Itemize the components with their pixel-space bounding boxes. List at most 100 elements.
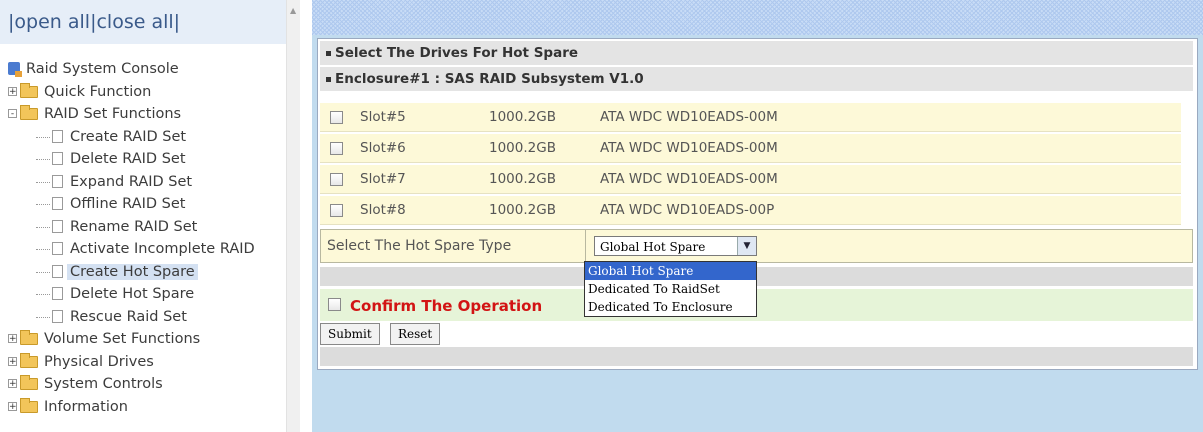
capacity-cell: 1000.2GB <box>481 165 592 194</box>
tree-item-offline-raid-set[interactable]: Offline RAID Set <box>8 193 255 216</box>
collapse-icon[interactable]: - <box>8 109 17 119</box>
tree-item-create-hot-spare[interactable]: Create Hot Spare <box>8 261 255 284</box>
submit-button[interactable]: Submit <box>320 323 380 345</box>
tree-connector <box>36 181 50 183</box>
tree-item-label: Delete RAID Set <box>70 151 186 167</box>
tree-item-raid-set-functions[interactable]: - RAID Set Functions <box>8 103 255 126</box>
capacity-cell: 1000.2GB <box>481 196 592 225</box>
open-all-link[interactable]: open all <box>14 11 90 33</box>
tree-item-label: Rescue Raid Set <box>70 308 187 325</box>
checkbox-cell <box>320 196 352 225</box>
tree-item-label: RAID Set Functions <box>44 106 182 122</box>
page-icon <box>52 152 63 165</box>
slot-cell: Slot#7 <box>352 165 481 194</box>
tree-item-delete-hot-spare[interactable]: Delete Hot Spare <box>8 283 255 306</box>
tree-item-activate-incomplete-raid[interactable]: Activate Incomplete RAID <box>8 238 255 261</box>
table-row: Slot#8 1000.2GB ATA WDC WD10EADS-00P <box>320 196 1181 225</box>
folder-open-icon <box>20 105 38 120</box>
navigation-tree: Raid System Console + Quick Function - R… <box>8 58 255 418</box>
tree-item-label: Offline RAID Set <box>70 196 186 212</box>
expand-icon[interactable]: + <box>8 86 17 96</box>
table-row: Slot#5 1000.2GB ATA WDC WD10EADS-00M <box>320 103 1181 132</box>
page-icon <box>52 174 63 188</box>
expand-icon[interactable]: + <box>8 379 17 389</box>
tree-item-label: System Controls <box>44 376 163 392</box>
tree-item-label: Quick Function <box>44 83 152 100</box>
page-icon <box>52 197 63 210</box>
drive-table: Slot#5 1000.2GB ATA WDC WD10EADS-00M Slo… <box>320 101 1181 227</box>
dropdown-option-dedicated-to-enclosure[interactable]: Dedicated To Enclosure <box>585 298 756 316</box>
chevron-down-icon[interactable]: ▼ <box>737 237 756 255</box>
expand-icon[interactable]: + <box>8 334 17 344</box>
tree-toggle-links: |open all|close all| <box>0 0 286 44</box>
folder-icon <box>20 375 38 390</box>
expand-icon[interactable]: + <box>8 401 17 411</box>
hot-spare-type-dropdown: Global Hot Spare Dedicated To RaidSet De… <box>584 261 757 317</box>
left-scrollbar[interactable]: ▲ <box>286 0 300 432</box>
tree-item-label: Expand RAID Set <box>70 173 193 190</box>
confirm-checkbox[interactable] <box>328 298 341 311</box>
enclosure-header: Enclosure#1 : SAS RAID Subsystem V1.0 <box>320 67 1193 91</box>
tree-item-information[interactable]: + Information <box>8 396 255 419</box>
page-icon <box>52 287 63 300</box>
dropdown-option-dedicated-to-raidset[interactable]: Dedicated To RaidSet <box>585 280 756 298</box>
tree-item-system-controls[interactable]: + System Controls <box>8 373 255 396</box>
table-row: Slot#6 1000.2GB ATA WDC WD10EADS-00M <box>320 134 1181 163</box>
capacity-cell: 1000.2GB <box>481 103 592 132</box>
page-icon <box>52 129 63 143</box>
page-icon <box>52 242 63 255</box>
slot-cell: Slot#6 <box>352 134 481 163</box>
main-content: Select The Drives For Hot Spare Enclosur… <box>312 0 1203 432</box>
folder-icon <box>20 82 38 98</box>
drive-checkbox[interactable] <box>329 141 343 155</box>
tree-item-label: Physical Drives <box>44 353 154 370</box>
tree-connector <box>36 294 50 295</box>
tree-item-quick-function[interactable]: + Quick Function <box>8 81 255 104</box>
tree-item-expand-raid-set[interactable]: Expand RAID Set <box>8 171 255 194</box>
drive-checkbox[interactable] <box>329 110 343 124</box>
navigation-panel: |open all|close all| Raid System Console… <box>0 0 300 432</box>
section-title: Select The Drives For Hot Spare <box>335 45 579 61</box>
tree-item-label: Create RAID Set <box>70 128 187 145</box>
confirm-label: Confirm The Operation <box>350 297 543 315</box>
reset-button[interactable]: Reset <box>390 323 441 345</box>
checkbox-cell <box>320 165 352 194</box>
tree-root[interactable]: Raid System Console <box>8 58 255 81</box>
model-cell: ATA WDC WD10EADS-00M <box>592 103 1181 132</box>
tree-item-rename-raid-set[interactable]: Rename RAID Set <box>8 216 255 239</box>
page-icon <box>52 219 63 233</box>
tree-item-label: Delete Hot Spare <box>70 286 195 302</box>
tree-item-create-raid-set[interactable]: Create RAID Set <box>8 126 255 149</box>
scroll-up-icon[interactable]: ▲ <box>290 6 296 15</box>
folder-icon <box>20 330 38 345</box>
folder-icon <box>20 352 38 368</box>
tree-root-label: Raid System Console <box>26 61 179 77</box>
tree-connector <box>36 159 50 160</box>
enclosure-title: Enclosure#1 : SAS RAID Subsystem V1.0 <box>335 71 644 87</box>
tree-item-volume-set-functions[interactable]: + Volume Set Functions <box>8 328 255 351</box>
checkbox-cell <box>320 134 352 163</box>
close-all-link[interactable]: close all <box>96 11 173 33</box>
tree-item-label: Information <box>44 398 128 415</box>
drive-checkbox[interactable] <box>329 172 343 186</box>
model-cell: ATA WDC WD10EADS-00M <box>592 134 1181 163</box>
expand-icon[interactable]: + <box>8 356 17 366</box>
folder-icon <box>20 397 38 413</box>
tree-connector <box>36 249 50 250</box>
drive-checkbox[interactable] <box>329 203 343 217</box>
hot-spare-type-cell: Global Hot Spare ▼ <box>585 230 1194 262</box>
hot-spare-type-row: Select The Hot Spare Type Global Hot Spa… <box>320 229 1193 263</box>
capacity-cell: 1000.2GB <box>481 134 592 163</box>
tree-item-delete-raid-set[interactable]: Delete RAID Set <box>8 148 255 171</box>
dropdown-option-global-hot-spare[interactable]: Global Hot Spare <box>585 262 756 280</box>
model-cell: ATA WDC WD10EADS-00M <box>592 165 1181 194</box>
tree-item-physical-drives[interactable]: + Physical Drives <box>8 351 255 374</box>
section-header: Select The Drives For Hot Spare <box>320 41 1193 65</box>
hot-spare-form: Select The Drives For Hot Spare Enclosur… <box>317 38 1198 370</box>
slot-cell: Slot#5 <box>352 103 481 132</box>
tree-connector <box>36 271 50 273</box>
tree-connector <box>36 204 50 205</box>
tree-item-rescue-raid-set[interactable]: Rescue Raid Set <box>8 306 255 329</box>
hot-spare-type-select[interactable]: Global Hot Spare ▼ <box>594 236 757 256</box>
header-pattern <box>312 0 1203 35</box>
